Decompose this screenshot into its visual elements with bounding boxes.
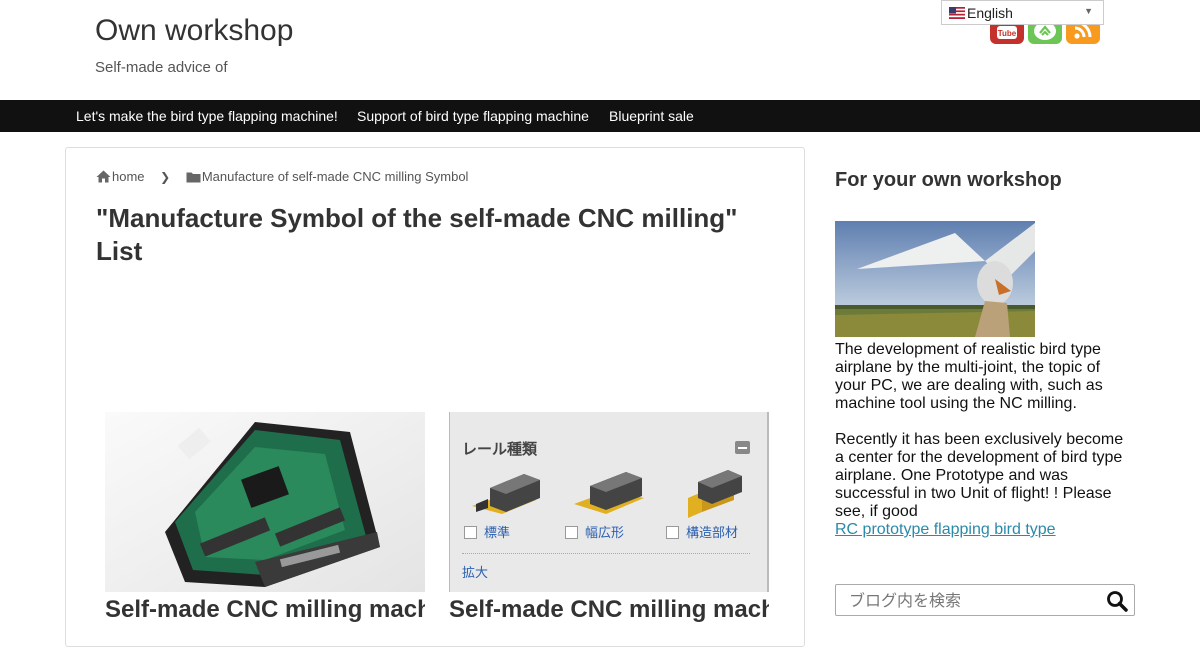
nav-item-support[interactable]: Support of bird type flapping machine (357, 108, 589, 124)
sidebar-paragraph: Recently it has been exclusively become … (835, 431, 1124, 520)
wide-rail-icon (574, 472, 644, 514)
search-icon[interactable] (1106, 590, 1128, 612)
us-flag-icon (949, 7, 965, 19)
sidebar-link-prototype[interactable]: RC prototype flapping bird type (835, 521, 1056, 538)
rail-zoom-label: 拡大 (462, 565, 489, 580)
page-title: "Manufacture Symbol of the self-made CNC… (96, 203, 738, 266)
home-icon (96, 170, 111, 183)
search-input[interactable] (837, 586, 1097, 614)
site-tagline: Self-made advice of (95, 59, 228, 76)
blog-search-box (835, 584, 1135, 616)
rail-panel-title: レール種類 (462, 441, 538, 458)
nav-item-blueprint-sale[interactable]: Blueprint sale (609, 108, 694, 124)
collapse-icon (735, 441, 750, 454)
main-content: home ❯ Manufacture of self-made CNC mill… (65, 147, 805, 647)
breadcrumb: home ❯ Manufacture of self-made CNC mill… (96, 168, 468, 184)
checkbox-icon (464, 526, 477, 539)
post-thumbnail-controller-board[interactable] (105, 412, 425, 592)
sidebar-description: The development of realistic bird type a… (835, 341, 1135, 539)
post-card[interactable]: レール種類 標準 幅広形 構造部材 拡大 Self-made CNC milli… (449, 412, 769, 623)
nav-item-make-flapping-machine[interactable]: Let's make the bird type flapping machin… (76, 108, 338, 124)
post-card[interactable]: Self-made CNC milling machine Works (Con… (105, 412, 425, 623)
rail-option-standard: 標準 (464, 522, 510, 541)
rail-option-wide: 幅広形 (565, 522, 624, 541)
language-label: English (967, 5, 1013, 21)
divider (462, 553, 750, 554)
checkbox-icon (565, 526, 578, 539)
folder-icon (186, 172, 201, 183)
sidebar-paragraph: The development of realistic bird type a… (835, 341, 1103, 412)
breadcrumb-home[interactable]: home (112, 169, 145, 184)
post-title[interactable]: Self-made CNC milling machine material (449, 596, 769, 624)
post-thumbnail-rail-types[interactable]: レール種類 標準 幅広形 構造部材 拡大 (449, 412, 769, 592)
breadcrumb-category[interactable]: Manufacture of self-made CNC milling Sym… (202, 169, 469, 184)
sidebar-title: For your own workshop (835, 169, 1062, 191)
language-select[interactable]: English ▼ (941, 0, 1104, 25)
sidebar-photo-bird-airplane (835, 221, 1035, 337)
structural-rail-icon (688, 470, 742, 518)
chevron-down-icon: ▼ (1084, 6, 1093, 16)
checkbox-icon (666, 526, 679, 539)
post-title[interactable]: Self-made CNC milling machine Works (Con… (105, 596, 425, 624)
site-header: Own workshop Self-made advice of Tube En… (0, 0, 1200, 100)
site-title[interactable]: Own workshop (95, 14, 293, 48)
rail-option-structural: 構造部材 (666, 522, 738, 541)
standard-rail-icon (472, 474, 540, 514)
chevron-right-icon: ❯ (160, 169, 171, 184)
global-nav: Let's make the bird type flapping machin… (0, 100, 1200, 132)
svg-text:Tube: Tube (998, 29, 1017, 38)
